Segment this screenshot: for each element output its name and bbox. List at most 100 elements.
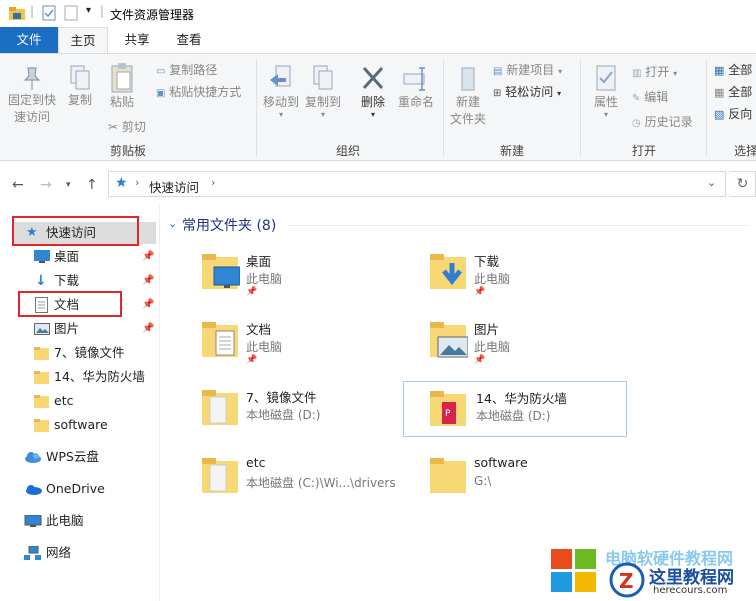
move-to-icon (270, 65, 291, 87)
copy-button[interactable]: 复制 (64, 64, 96, 109)
pictures-icon (34, 323, 50, 335)
pin-label: 固定到快 速访问 (7, 93, 56, 124)
explorer-icon (9, 7, 25, 20)
select-all-button[interactable]: ▦ 全部 (714, 61, 752, 80)
folder-icon: P (430, 391, 466, 426)
folder-location: 此电脑 (246, 272, 283, 286)
breadcrumb-chevron-icon[interactable]: › (211, 176, 215, 189)
new-folder-label: 新建 文件夹 (449, 95, 486, 126)
pin-icon[interactable]: 📌 (142, 318, 154, 340)
ribbon-tabs: 文件 主页 共享 查看 (0, 27, 756, 53)
move-to-button[interactable]: 移动到 ▾ (262, 64, 300, 119)
nav-label: 网络 (46, 545, 72, 560)
rename-icon (403, 67, 425, 91)
scissors-icon: ✂ (108, 120, 119, 134)
chevron-down-icon: ▾ (320, 110, 325, 119)
folder-item-huawei-firewall[interactable]: P 14、华为防火墙 本地磁盘 (D:) (403, 381, 627, 437)
select-none-button[interactable]: ▦ 全部 (714, 83, 752, 102)
svg-text:Z: Z (619, 569, 634, 593)
address-bar[interactable]: ★ › 快速访问 › ⌄ (108, 171, 726, 197)
nav-label: 图片 (54, 321, 80, 336)
pin-icon: 📌 (474, 287, 486, 297)
network-icon (24, 546, 41, 560)
nav-item-folder[interactable]: software (34, 414, 158, 436)
folder-item-image-files[interactable]: 7、镜像文件 本地磁盘 (D:) (202, 385, 424, 441)
paste-shortcut-label: 粘贴快捷方式 (169, 85, 242, 99)
tab-file[interactable]: 文件 (0, 27, 58, 53)
tab-home[interactable]: 主页 (58, 27, 108, 53)
rename-button[interactable]: 重命名 (396, 64, 436, 111)
nav-item-folder[interactable]: etc (34, 390, 158, 412)
cut-label: 剪切 (121, 120, 146, 134)
pin-icon: 📌 (246, 355, 258, 365)
qat-dropdown-icon[interactable]: ▾ (86, 5, 91, 16)
nav-item-downloads[interactable]: ↓ 下载 📌 (34, 270, 158, 292)
refresh-button[interactable]: ↻ (730, 171, 756, 197)
nav-item-this-pc[interactable]: 此电脑 (24, 510, 154, 532)
easy-access-button[interactable]: ⊞ 轻松访问 ▾ (493, 83, 561, 103)
recent-locations-chevron-icon[interactable]: ▾ (66, 180, 71, 190)
delete-button[interactable]: 删除 ▾ (356, 64, 390, 119)
forward-arrow-icon[interactable]: → (40, 177, 52, 193)
properties-button[interactable]: 属性 ▾ (588, 64, 624, 119)
highlight-box (18, 291, 122, 317)
edit-icon: ✎ (632, 93, 641, 104)
invert-selection-label: 反向 (728, 107, 753, 121)
easy-access-label: 轻松访问 (505, 85, 554, 99)
computer-icon (24, 515, 42, 527)
pin-to-quick-access-button[interactable]: 固定到快 速访问 (4, 64, 60, 126)
ribbon-separator (706, 59, 707, 157)
folder-item-software[interactable]: software G:\ (430, 453, 652, 509)
new-item-button[interactable]: ▤ 新建项目 ▾ (493, 61, 562, 81)
folder-name: etc (246, 455, 266, 470)
nav-item-wps-cloud[interactable]: WPS云盘 (24, 446, 154, 468)
copy-path-button[interactable]: ▭ 复制路径 (156, 61, 217, 81)
up-arrow-icon[interactable]: ↑ (86, 177, 98, 193)
folder-item-desktop[interactable]: 桌面 此电脑 📌 (202, 249, 424, 305)
section-header[interactable]: 常用文件夹 (8) (182, 215, 276, 235)
new-folder-qat-icon[interactable] (64, 5, 78, 21)
onedrive-cloud-icon (26, 485, 42, 495)
history-button[interactable]: ◷ 历史记录 (632, 113, 693, 133)
desktop-icon (34, 250, 50, 263)
folder-location: 此电脑 (474, 272, 511, 286)
nav-label: 桌面 (54, 249, 80, 264)
properties-label: 属性 (593, 95, 618, 109)
cut-button[interactable]: ✂ 剪切 (108, 118, 146, 136)
address-dropdown-chevron-icon[interactable]: ⌄ (707, 176, 716, 189)
properties-qat-icon[interactable] (42, 5, 56, 21)
nav-item-desktop[interactable]: 桌面 📌 (34, 246, 158, 268)
folder-item-downloads[interactable]: 下载 此电脑 📌 (430, 249, 652, 305)
pin-icon[interactable]: 📌 (142, 270, 154, 292)
nav-item-pictures[interactable]: 图片 📌 (34, 318, 158, 340)
breadcrumb-quick-access[interactable]: 快速访问 (149, 177, 199, 196)
folder-item-etc[interactable]: etc 本地磁盘 (C:)\Wi...\drivers (202, 453, 424, 509)
folder-item-documents[interactable]: 文档 此电脑 📌 (202, 317, 424, 373)
paste-shortcut-button[interactable]: ▣ 粘贴快捷方式 (156, 83, 241, 103)
edit-button[interactable]: ✎ 编辑 (632, 88, 668, 108)
new-folder-button[interactable]: 新建 文件夹 (446, 64, 490, 128)
delete-label: 删除 (360, 95, 385, 109)
nav-item-folder[interactable]: 7、镜像文件 (34, 342, 158, 364)
paste-button[interactable]: 粘贴 (104, 62, 140, 111)
open-button[interactable]: ▥ 打开 ▾ (632, 63, 677, 83)
folder-item-pictures[interactable]: 图片 此电脑 📌 (430, 317, 652, 373)
nav-item-onedrive[interactable]: OneDrive (24, 478, 154, 500)
copy-to-button[interactable]: 复制到 ▾ (304, 64, 342, 119)
folder-name: 文档 (246, 322, 272, 337)
tab-view[interactable]: 查看 (164, 27, 214, 53)
nav-item-network[interactable]: 网络 (24, 542, 154, 564)
folder-location: 本地磁盘 (D:) (246, 408, 321, 422)
tab-share[interactable]: 共享 (112, 27, 162, 53)
pin-icon[interactable]: 📌 (142, 294, 154, 316)
folder-icon (202, 458, 238, 493)
collapse-chevron-icon[interactable]: ⌄ (168, 217, 177, 230)
copy-to-icon (313, 65, 333, 90)
invert-selection-button[interactable]: ▧ 反向 (714, 105, 752, 124)
pin-icon[interactable]: 📌 (142, 246, 154, 268)
edit-label: 编辑 (644, 90, 669, 104)
back-arrow-icon[interactable]: ← (12, 177, 24, 193)
nav-item-folder[interactable]: 14、华为防火墙 (34, 366, 158, 388)
pin-icon: 📌 (474, 355, 486, 365)
content-pane: ⌄ 常用文件夹 (8) 桌面 此电脑 📌 下载 此电脑 📌 文档 此电脑 📌 图… (162, 205, 756, 601)
